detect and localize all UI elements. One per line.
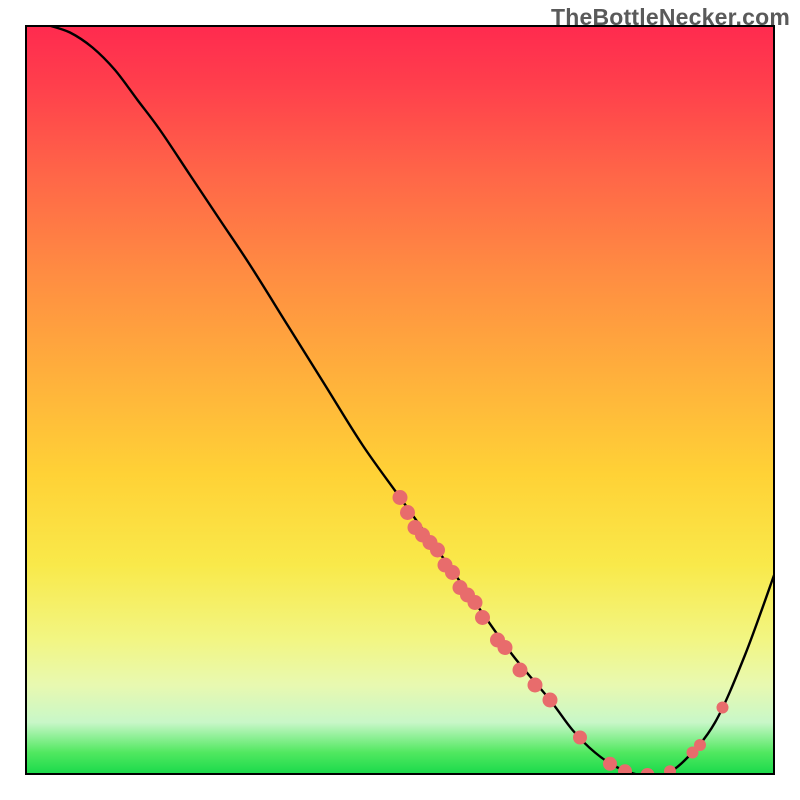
highlight-dot	[528, 678, 543, 693]
highlight-dot	[475, 610, 490, 625]
highlight-dot	[664, 765, 676, 775]
highlight-dot	[445, 565, 460, 580]
highlight-dot	[393, 490, 408, 505]
highlight-dot	[468, 595, 483, 610]
highlight-dot	[641, 768, 655, 775]
highlight-dot	[694, 739, 706, 751]
highlight-dot	[603, 757, 617, 771]
plot-area	[25, 25, 775, 775]
bottleneck-curve	[48, 25, 776, 775]
highlight-dot	[573, 731, 587, 745]
highlight-dot	[618, 764, 632, 775]
highlight-dots	[393, 490, 729, 775]
highlight-dot	[513, 663, 528, 678]
highlight-dot	[717, 702, 729, 714]
highlight-dot	[498, 640, 513, 655]
highlight-dot	[543, 693, 558, 708]
highlight-dot	[400, 505, 415, 520]
chart-container: TheBottleNecker.com	[0, 0, 800, 800]
highlight-dot	[430, 543, 445, 558]
curve-svg	[25, 25, 775, 775]
